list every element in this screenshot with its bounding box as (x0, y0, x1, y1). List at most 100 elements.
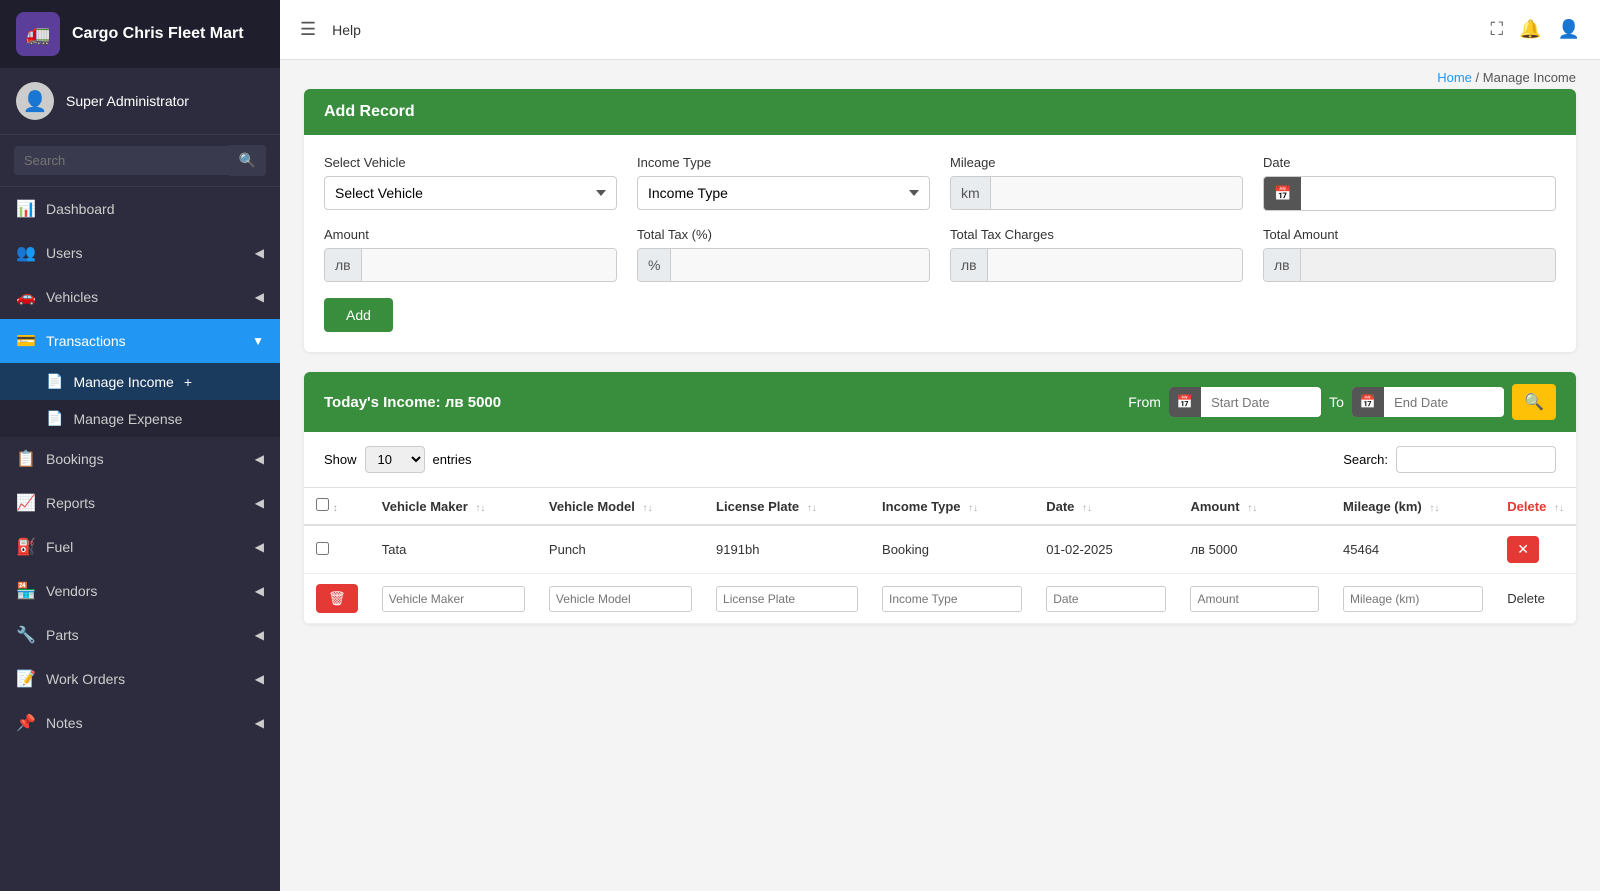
row-checkbox[interactable] (316, 542, 329, 555)
income-table-header: Today's Income: лв 5000 From 📅 To 📅 (304, 372, 1576, 432)
date-input[interactable]: 2025-02-04 (1301, 178, 1555, 210)
from-calendar-icon[interactable]: 📅 (1169, 387, 1201, 417)
total-amount-input[interactable] (1301, 249, 1555, 281)
sort-icon[interactable]: ↑↓ (1082, 503, 1092, 514)
delete-row-button[interactable]: ✕ (1507, 536, 1539, 563)
col-date: Date ↑↓ (1034, 488, 1178, 526)
chevron-right-icon: ◀ (255, 716, 264, 730)
entries-select[interactable]: 10 25 50 100 (365, 446, 425, 473)
filter-search-button[interactable]: 🔍 (1512, 384, 1556, 420)
sort-icon[interactable]: ↑↓ (475, 503, 485, 514)
total-amount-label: Total Amount (1263, 227, 1556, 242)
chevron-right-icon: ◀ (255, 540, 264, 554)
row-checkbox-cell (304, 525, 370, 574)
today-income-label: Today's Income: (324, 394, 441, 411)
filter-vehicle-model[interactable] (549, 586, 692, 612)
table-row: Tata Punch 9191bh Booking 01-02-2025 лв … (304, 525, 1576, 574)
sidebar-item-label: Vendors (46, 583, 245, 599)
sidebar-item-fuel[interactable]: ⛽ Fuel ◀ (0, 525, 280, 569)
search-button[interactable]: 🔍 (229, 145, 266, 176)
filter-mileage[interactable] (1343, 586, 1483, 612)
add-record-header: Add Record (304, 89, 1576, 135)
sidebar-item-users[interactable]: 👥 Users ◀ (0, 231, 280, 275)
total-amount-input-group: лв (1263, 248, 1556, 282)
vehicles-icon: 🚗 (16, 287, 36, 307)
filter-date[interactable] (1046, 586, 1166, 612)
filter-amount[interactable] (1190, 586, 1319, 612)
amount-group: Amount лв (324, 227, 617, 282)
to-date-input[interactable] (1384, 389, 1504, 416)
sidebar-item-bookings[interactable]: 📋 Bookings ◀ (0, 437, 280, 481)
table-controls: Show 10 25 50 100 entries Search: (304, 432, 1576, 487)
show-label: Show (324, 452, 357, 467)
chevron-right-icon: ◀ (255, 496, 264, 510)
sidebar-item-dashboard[interactable]: 📊 Dashboard (0, 187, 280, 231)
sidebar-item-transactions[interactable]: 💳 Transactions ▼ (0, 319, 280, 363)
breadcrumb-home-link[interactable]: Home (1437, 70, 1472, 85)
menu-icon[interactable]: ☰ (300, 19, 316, 40)
content-area: Add Record Select Vehicle Select Vehicle… (280, 89, 1600, 668)
plus-icon: + (184, 374, 192, 390)
to-calendar-icon[interactable]: 📅 (1352, 387, 1384, 417)
chevron-right-icon: ◀ (255, 672, 264, 686)
sidebar-item-parts[interactable]: 🔧 Parts ◀ (0, 613, 280, 657)
from-date-input[interactable] (1201, 389, 1321, 416)
search-input[interactable] (14, 146, 229, 175)
col-license-plate: License Plate ↑↓ (704, 488, 870, 526)
select-all-cell: ↕ (304, 488, 370, 526)
sidebar-user-section: 👤 Super Administrator (0, 68, 280, 135)
col-income-type: Income Type ↑↓ (870, 488, 1034, 526)
from-label: From (1128, 394, 1161, 410)
sidebar-item-manage-income[interactable]: 📄 Manage Income + (0, 363, 280, 400)
filter-delete-action-cell: Delete (1495, 574, 1576, 624)
date-group: Date 📅 2025-02-04 (1263, 155, 1556, 211)
sort-icon[interactable]: ↑↓ (968, 503, 978, 514)
bulk-delete-button[interactable]: 🗑 (316, 584, 358, 613)
sidebar: 🚛 Cargo Chris Fleet Mart 👤 Super Adminis… (0, 0, 280, 891)
total-amount-group: Total Amount лв (1263, 227, 1556, 282)
mileage-input-group: km (950, 176, 1243, 210)
total-tax-charges-input[interactable]: 0 (988, 249, 1242, 281)
sort-icon[interactable]: ↑↓ (1429, 503, 1439, 514)
total-tax-input[interactable]: 0 (671, 249, 929, 281)
sidebar-item-notes[interactable]: 📌 Notes ◀ (0, 701, 280, 745)
date-calendar-icon[interactable]: 📅 (1264, 177, 1301, 210)
notes-icon: 📌 (16, 713, 36, 733)
select-all-checkbox[interactable] (316, 498, 329, 511)
form-row-1: Select Vehicle Select Vehicle Income Typ… (324, 155, 1556, 211)
table-search-input[interactable] (1396, 446, 1556, 473)
col-mileage-label: Mileage (km) (1343, 499, 1422, 514)
help-label: Help (332, 22, 361, 38)
user-account-icon[interactable]: 👤 (1558, 19, 1580, 40)
amount-input[interactable] (362, 249, 616, 281)
sidebar-item-vehicles[interactable]: 🚗 Vehicles ◀ (0, 275, 280, 319)
sort-icon[interactable]: ↑↓ (1554, 503, 1564, 514)
income-type-select[interactable]: Income Type (637, 176, 930, 210)
filter-income-type[interactable] (882, 586, 1022, 612)
form-row-2: Amount лв Total Tax (%) % 0 (324, 227, 1556, 282)
col-vehicle-maker-label: Vehicle Maker (382, 499, 468, 514)
sidebar-item-manage-expense[interactable]: 📄 Manage Expense (0, 400, 280, 437)
mileage-input[interactable] (991, 177, 1242, 209)
filter-license-plate[interactable] (716, 586, 858, 612)
sidebar-item-work-orders[interactable]: 📝 Work Orders ◀ (0, 657, 280, 701)
filter-license-plate-cell (704, 574, 870, 624)
avatar: 👤 (16, 82, 54, 120)
add-button[interactable]: Add (324, 298, 393, 332)
today-income-value: 5000 (468, 394, 501, 411)
col-income-type-label: Income Type (882, 499, 961, 514)
sidebar-item-reports[interactable]: 📈 Reports ◀ (0, 481, 280, 525)
vehicle-select[interactable]: Select Vehicle (324, 176, 617, 210)
table-filter-row: 🗑 (304, 574, 1576, 624)
sidebar-item-vendors[interactable]: 🏪 Vendors ◀ (0, 569, 280, 613)
filter-vehicle-maker[interactable] (382, 586, 525, 612)
sort-icon[interactable]: ↑↓ (643, 503, 653, 514)
to-date-input-group: 📅 (1352, 387, 1504, 417)
sidebar-item-label: Work Orders (46, 671, 245, 687)
expand-icon[interactable]: ⛶ (1491, 19, 1504, 40)
sort-icon[interactable]: ↑↓ (1247, 503, 1257, 514)
sort-icon[interactable]: ↑↓ (807, 503, 817, 514)
row-vehicle-model: Punch (537, 525, 704, 574)
bell-icon[interactable]: 🔔 (1519, 19, 1541, 40)
table-header-row: ↕ Vehicle Maker ↑↓ Vehicle Model ↑↓ Lice… (304, 488, 1576, 526)
